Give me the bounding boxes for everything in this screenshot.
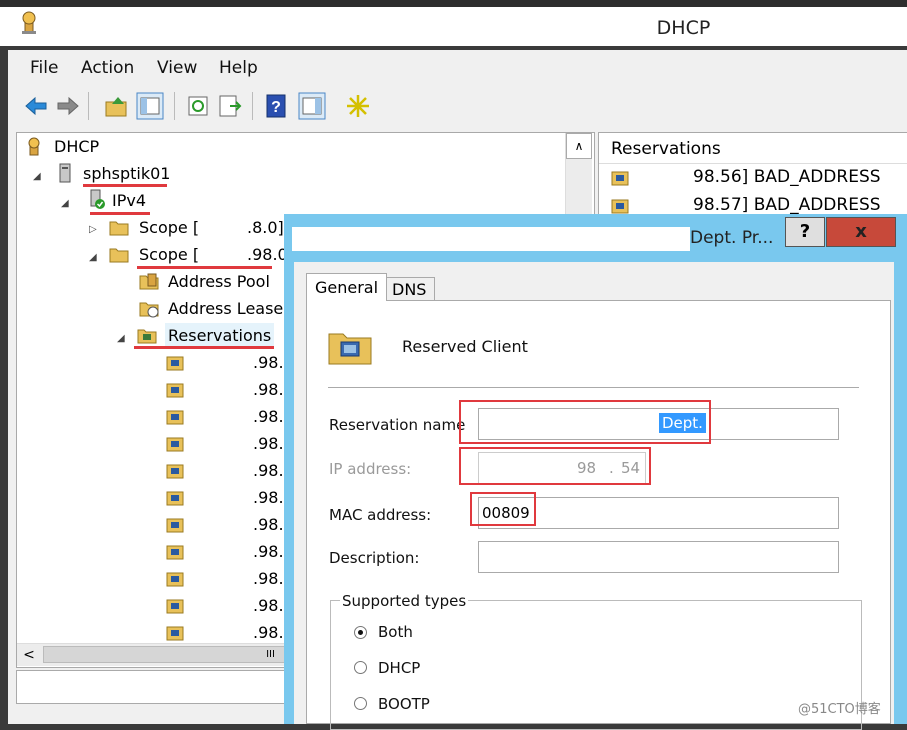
radio-bootp[interactable] — [354, 697, 367, 710]
collapse-arrow-icon[interactable]: ◢ — [89, 252, 97, 263]
tab-general[interactable]: General — [306, 273, 388, 301]
help-icon[interactable]: ? — [262, 92, 290, 120]
reservation-item-icon — [166, 545, 184, 560]
refresh-icon[interactable] — [184, 92, 212, 120]
dhcp-root-icon — [28, 137, 40, 156]
radio-dhcp[interactable] — [354, 661, 367, 674]
address-pool-icon — [139, 273, 159, 290]
dialog-title-redaction — [292, 227, 690, 251]
export-list-icon[interactable] — [216, 92, 244, 120]
reservation-item-icon — [166, 410, 184, 425]
tree-dhcp-root[interactable]: DHCP — [54, 134, 99, 160]
forward-icon[interactable] — [54, 92, 82, 120]
reservation-entry-icon — [611, 171, 629, 186]
annotation-box — [470, 492, 536, 526]
mac-address-label: MAC address: — [329, 506, 432, 524]
scope-folder-icon — [109, 248, 129, 263]
annotation-box — [459, 400, 711, 444]
tab-dns[interactable]: DNS — [383, 277, 436, 301]
menu-view[interactable]: View — [157, 58, 197, 78]
radio-bootp-label[interactable]: BOOTP — [378, 695, 430, 713]
window-title: DHCP — [656, 17, 711, 39]
menu-help[interactable]: Help — [219, 58, 258, 78]
supported-types-label: Supported types — [340, 592, 469, 610]
annotation-underline — [90, 212, 150, 215]
reservation-entry-icon — [611, 199, 629, 214]
scroll-up-icon[interactable]: ∧ — [566, 133, 592, 159]
toolbar: ? — [8, 86, 907, 126]
scroll-left-icon[interactable]: < — [17, 644, 41, 666]
address-leases-icon — [139, 302, 159, 318]
tree-scope-2[interactable]: Scope [ .98.0 — [139, 242, 288, 268]
reservations-folder-icon — [137, 329, 157, 344]
back-icon[interactable] — [22, 92, 50, 120]
reservation-item-icon — [166, 626, 184, 641]
collapse-arrow-icon[interactable]: ◢ — [61, 198, 69, 209]
annotation-underline — [83, 184, 167, 187]
reservation-item-icon — [166, 464, 184, 479]
reservation-item-icon — [166, 599, 184, 614]
show-hide-action-pane-icon[interactable] — [298, 92, 326, 120]
reservation-item-icon — [166, 383, 184, 398]
divider — [328, 387, 859, 388]
scope-1-suffix: .8.0] — [247, 218, 284, 237]
annotation-box — [459, 447, 651, 485]
annotation-underline — [137, 266, 272, 269]
collapse-arrow-icon[interactable]: ◢ — [33, 171, 41, 182]
watermark: @51CTO博客 — [798, 702, 881, 717]
tree-address-pool[interactable]: Address Pool — [168, 269, 270, 295]
dialog-close-button[interactable]: x — [826, 217, 896, 247]
expand-arrow-icon[interactable]: ▷ — [89, 224, 97, 235]
reservation-item-icon — [166, 518, 184, 533]
results-row[interactable]: 98.56] BAD_ADDRESS — [693, 164, 881, 190]
collapse-arrow-icon[interactable]: ◢ — [117, 333, 125, 344]
description-field[interactable] — [478, 541, 839, 573]
tree-address-leases[interactable]: Address Leases — [168, 296, 292, 322]
results-header: Reservations — [599, 133, 907, 164]
ipv4-server-icon — [90, 189, 105, 209]
scope-folder-icon — [109, 221, 129, 236]
scope-2-label: Scope [ — [139, 245, 200, 264]
annotation-underline — [134, 346, 274, 349]
scope-1-label: Scope [ — [139, 218, 200, 237]
scope-2-suffix: .98.0 — [247, 245, 288, 264]
description-label: Description: — [329, 549, 420, 567]
menu-file[interactable]: File — [30, 58, 58, 78]
reservation-name-label: Reservation name — [329, 416, 466, 434]
server-icon — [59, 163, 71, 183]
reservation-item-icon — [166, 356, 184, 371]
radio-both-label[interactable]: Both — [378, 623, 413, 641]
menu-action[interactable]: Action — [81, 58, 134, 78]
tree-scope-1[interactable]: Scope [ .8.0] — [139, 215, 284, 241]
dialog-title: Dept. Pr... — [690, 228, 774, 248]
menu-bar: File Action View Help — [8, 50, 907, 86]
dialog-help-button[interactable]: ? — [785, 217, 825, 247]
reserved-client-icon — [328, 333, 372, 365]
reservation-item-icon — [166, 572, 184, 587]
title-bar: DHCP — [0, 0, 907, 46]
radio-dhcp-label[interactable]: DHCP — [378, 659, 420, 677]
dhcp-app-icon — [22, 11, 36, 34]
star-icon[interactable] — [344, 92, 372, 120]
ip-address-label: IP address: — [329, 460, 412, 478]
show-hide-tree-icon[interactable] — [136, 92, 164, 120]
results-column-header[interactable]: Reservations — [611, 139, 721, 159]
dialog-heading: Reserved Client — [402, 337, 528, 356]
svg-text:?: ? — [271, 99, 281, 116]
radio-both[interactable] — [354, 626, 367, 639]
reservation-item-icon — [166, 491, 184, 506]
reservation-item-icon — [166, 437, 184, 452]
tree-ipv4[interactable]: IPv4 — [112, 188, 146, 214]
up-folder-icon[interactable] — [102, 92, 130, 120]
